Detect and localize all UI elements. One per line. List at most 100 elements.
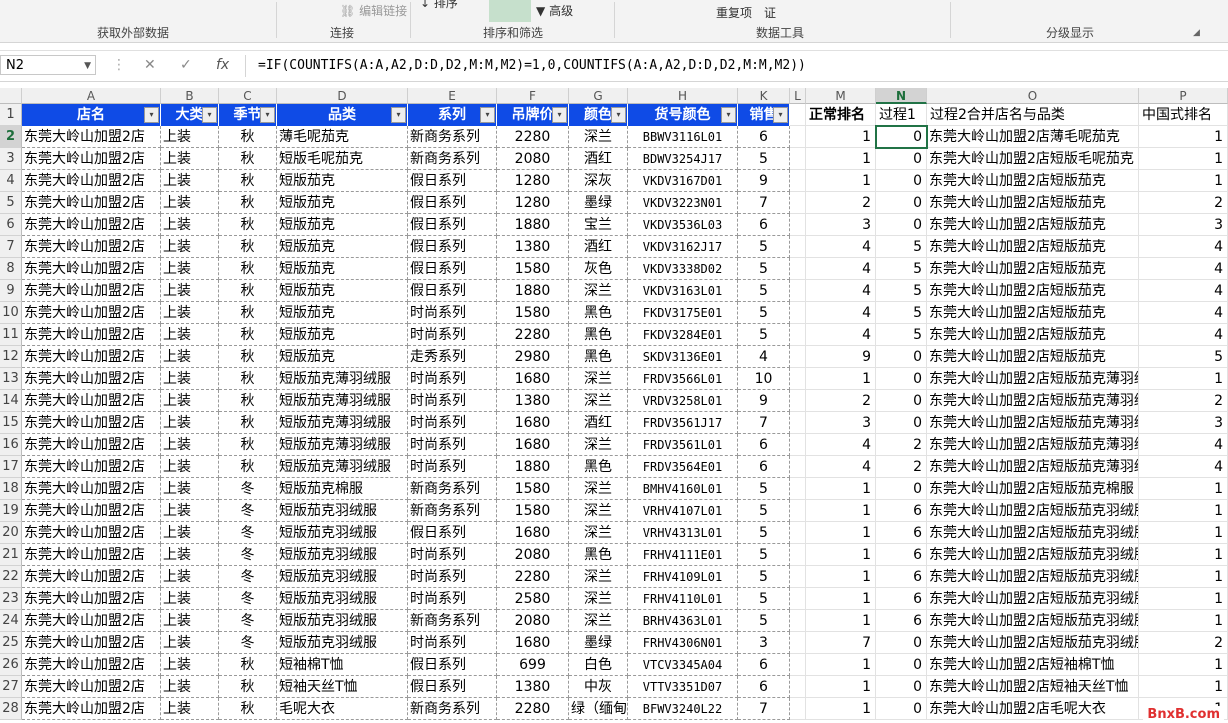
cell-n[interactable]: 5: [876, 236, 927, 258]
cell-e[interactable]: 走秀系列: [408, 346, 497, 368]
cell-f[interactable]: 1680: [497, 434, 569, 456]
cell-c[interactable]: 秋: [219, 368, 277, 390]
cell-b[interactable]: 上装: [161, 654, 219, 676]
cell-f[interactable]: 2280: [497, 324, 569, 346]
cell-b[interactable]: 上装: [161, 192, 219, 214]
cell-e[interactable]: 假日系列: [408, 214, 497, 236]
cell-p[interactable]: 1: [1139, 676, 1228, 698]
cell-h[interactable]: BFWV3240L22: [628, 698, 738, 720]
cell-p[interactable]: 1: [1139, 368, 1228, 390]
cell-d[interactable]: 短版毛呢茄克: [277, 148, 408, 170]
cell-d[interactable]: 短版茄克薄羽绒服: [277, 368, 408, 390]
cell-l[interactable]: [790, 456, 806, 478]
cell-l[interactable]: [790, 236, 806, 258]
cell-m[interactable]: 4: [806, 258, 876, 280]
cell-o[interactable]: 东莞大岭山加盟2店短袖天丝T恤: [927, 676, 1139, 698]
cell-f[interactable]: 1680: [497, 368, 569, 390]
header-cell-k[interactable]: 销售 ▾: [738, 104, 790, 126]
cell-g[interactable]: 中灰: [569, 676, 628, 698]
cell-e[interactable]: 新商务系列: [408, 148, 497, 170]
cell-k[interactable]: 5: [738, 478, 790, 500]
cell-n[interactable]: 0: [876, 126, 927, 148]
cell-e[interactable]: 假日系列: [408, 654, 497, 676]
cell-g[interactable]: 深兰: [569, 478, 628, 500]
cell-e[interactable]: 时尚系列: [408, 434, 497, 456]
duplicates-button[interactable]: 重复项: [716, 4, 752, 21]
cell-k[interactable]: 9: [738, 390, 790, 412]
cell-n[interactable]: 0: [876, 412, 927, 434]
cell-a[interactable]: 东莞大岭山加盟2店: [22, 214, 161, 236]
cell-d[interactable]: 短版茄克: [277, 258, 408, 280]
cell-g[interactable]: 宝兰: [569, 214, 628, 236]
cell-p[interactable]: 1: [1139, 170, 1228, 192]
cell-m[interactable]: 4: [806, 236, 876, 258]
cell-c[interactable]: 秋: [219, 280, 277, 302]
cell-b[interactable]: 上装: [161, 676, 219, 698]
cell-a[interactable]: 东莞大岭山加盟2店: [22, 478, 161, 500]
cell-p[interactable]: 1: [1139, 544, 1228, 566]
cell-m[interactable]: 1: [806, 610, 876, 632]
cell-o[interactable]: 东莞大岭山加盟2店短版茄克: [927, 346, 1139, 368]
insert-function-icon[interactable]: fx: [216, 57, 229, 73]
cell-f[interactable]: 1380: [497, 390, 569, 412]
cell-p[interactable]: 4: [1139, 236, 1228, 258]
cell-e[interactable]: 假日系列: [408, 676, 497, 698]
cell-l[interactable]: [790, 654, 806, 676]
cell-o[interactable]: 东莞大岭山加盟2店短版毛呢茄克: [927, 148, 1139, 170]
filter-dropdown-icon[interactable]: ▾: [144, 107, 159, 123]
column-header-n[interactable]: N: [876, 88, 927, 104]
cell-n[interactable]: 6: [876, 522, 927, 544]
column-header-m[interactable]: M: [806, 88, 876, 104]
cell-d[interactable]: 短版茄克薄羽绒服: [277, 412, 408, 434]
cell-d[interactable]: 短版茄克羽绒服: [277, 610, 408, 632]
cell-e[interactable]: 新商务系列: [408, 698, 497, 720]
cell-l[interactable]: [790, 566, 806, 588]
cell-o[interactable]: 东莞大岭山加盟2店短版茄克羽绒服: [927, 610, 1139, 632]
cell-g[interactable]: 深兰: [569, 280, 628, 302]
select-all-corner[interactable]: [0, 88, 22, 104]
cell-n[interactable]: 6: [876, 544, 927, 566]
cell-o[interactable]: 东莞大岭山加盟2店短袖棉T恤: [927, 654, 1139, 676]
cell-k[interactable]: 5: [738, 522, 790, 544]
cell-b[interactable]: 上装: [161, 412, 219, 434]
cell-e[interactable]: 时尚系列: [408, 632, 497, 654]
cell-c[interactable]: 冬: [219, 632, 277, 654]
cell-h[interactable]: VRHV4107L01: [628, 500, 738, 522]
cell-p[interactable]: 1: [1139, 654, 1228, 676]
sort-button[interactable]: ↓ 排序: [420, 0, 458, 11]
cell-k[interactable]: 5: [738, 544, 790, 566]
cell-b[interactable]: 上装: [161, 566, 219, 588]
cell-e[interactable]: 新商务系列: [408, 478, 497, 500]
cell-p[interactable]: 5: [1139, 346, 1228, 368]
cell-p[interactable]: 4: [1139, 302, 1228, 324]
row-header[interactable]: 3: [0, 148, 22, 170]
dialog-launcher-icon[interactable]: ◢: [1193, 28, 1200, 38]
cell-l[interactable]: [790, 170, 806, 192]
cell-f[interactable]: 1880: [497, 280, 569, 302]
cell-c[interactable]: 秋: [219, 258, 277, 280]
cell-m[interactable]: 1: [806, 698, 876, 720]
cell-n[interactable]: 0: [876, 368, 927, 390]
cell-n[interactable]: 0: [876, 346, 927, 368]
cell-k[interactable]: 5: [738, 258, 790, 280]
validation-button[interactable]: 证: [764, 4, 776, 21]
cell-o[interactable]: 东莞大岭山加盟2店短版茄克薄羽绒服: [927, 368, 1139, 390]
cell-e[interactable]: 时尚系列: [408, 456, 497, 478]
cell-o[interactable]: 东莞大岭山加盟2店短版茄克: [927, 192, 1139, 214]
cell-l[interactable]: [790, 500, 806, 522]
column-header-b[interactable]: B: [161, 88, 219, 104]
cell-a[interactable]: 东莞大岭山加盟2店: [22, 148, 161, 170]
cell-m[interactable]: 1: [806, 368, 876, 390]
cell-n[interactable]: 5: [876, 302, 927, 324]
cell-b[interactable]: 上装: [161, 588, 219, 610]
cell-g[interactable]: 绿（缅甸: [569, 698, 628, 720]
cell-o[interactable]: 东莞大岭山加盟2店短版茄克薄羽绒服: [927, 434, 1139, 456]
header-cell-p[interactable]: 中国式排名: [1139, 104, 1228, 126]
cell-k[interactable]: 5: [738, 302, 790, 324]
cell-p[interactable]: 1: [1139, 522, 1228, 544]
cell-e[interactable]: 假日系列: [408, 170, 497, 192]
cell-d[interactable]: 短版茄克薄羽绒服: [277, 434, 408, 456]
cell-n[interactable]: 0: [876, 632, 927, 654]
cell-a[interactable]: 东莞大岭山加盟2店: [22, 236, 161, 258]
column-header-g[interactable]: G: [569, 88, 628, 104]
